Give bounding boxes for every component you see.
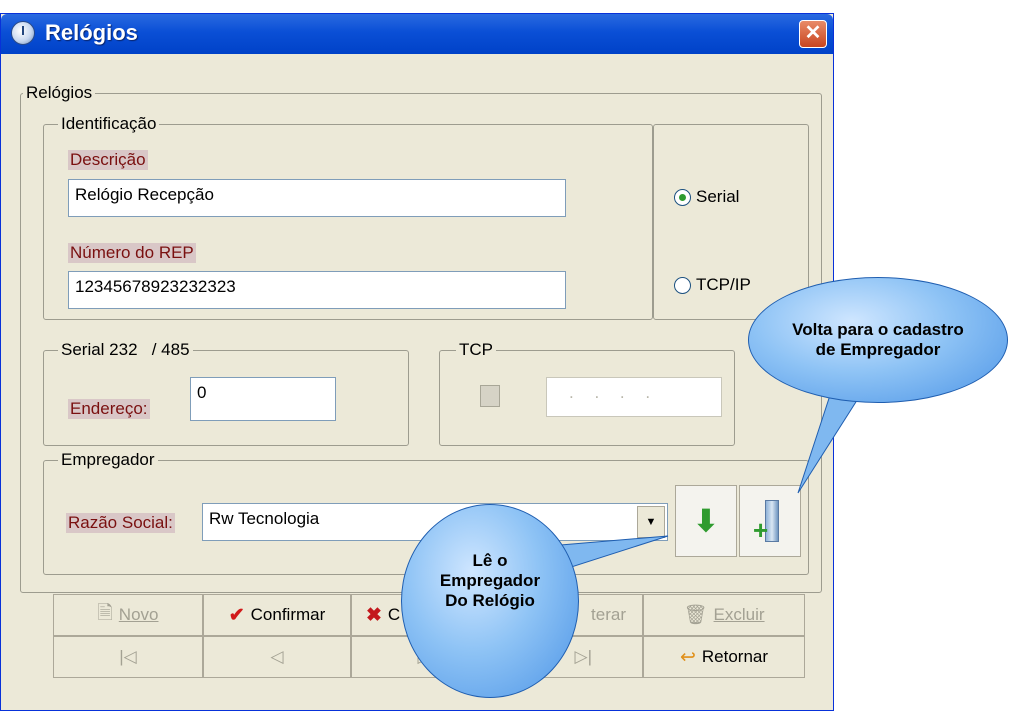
clock-icon bbox=[11, 21, 35, 45]
relogios-group: Relógios Identificação Descrição Relógio… bbox=[20, 83, 822, 593]
building-add-icon: + bbox=[753, 500, 783, 543]
razao-social-label: Razão Social: bbox=[66, 513, 175, 533]
download-arrow-icon: ⬇ bbox=[693, 504, 719, 538]
top-callout-line1: Volta para o cadastro bbox=[792, 320, 964, 339]
tcpip-radio[interactable]: TCP/IP bbox=[674, 275, 751, 295]
first-record-icon: |◁ bbox=[119, 647, 137, 666]
confirmar-label: Confirmar bbox=[250, 605, 326, 624]
razao-social-value: Rw Tecnologia bbox=[209, 509, 320, 528]
novo-label: Novo bbox=[118, 605, 159, 624]
plus-shape: + bbox=[753, 515, 769, 545]
connection-type-group: Serial TCP/IP bbox=[653, 124, 809, 320]
serial-group: Serial 232 / 485 Endereço: 0 bbox=[43, 340, 409, 446]
novo-button[interactable]: 🗎 Novo bbox=[53, 594, 203, 636]
bottom-callout-line1: Lê o bbox=[472, 551, 508, 570]
trash-icon: 🗑 bbox=[683, 605, 708, 626]
close-button[interactable]: ✕ bbox=[799, 20, 827, 48]
endereco-field[interactable]: 0 bbox=[190, 377, 336, 421]
top-callout: Volta para o cadastro de Empregador bbox=[748, 277, 1008, 403]
confirmar-button[interactable]: ✔ Confirmar bbox=[203, 594, 351, 636]
numero-rep-field[interactable]: 12345678923232323 bbox=[68, 271, 566, 309]
serial-radio-dot bbox=[674, 188, 691, 206]
chevron-down-icon[interactable]: ▼ bbox=[637, 506, 665, 538]
retornar-label: Retornar bbox=[701, 647, 769, 666]
excluir-label: Excluir bbox=[713, 605, 765, 624]
check-icon: ✔ bbox=[228, 604, 245, 626]
retornar-button[interactable]: ↩ Retornar bbox=[643, 636, 805, 678]
return-icon: ↩ bbox=[679, 646, 696, 668]
bottom-callout-line2: Empregador bbox=[439, 571, 541, 590]
previous-record-button[interactable]: ◁ bbox=[203, 636, 351, 678]
tcpip-radio-dot bbox=[674, 276, 691, 294]
endereco-label: Endereço: bbox=[68, 399, 150, 419]
previous-record-icon: ◁ bbox=[270, 647, 284, 666]
title-bar: Relógios ✕ bbox=[1, 14, 833, 54]
read-employer-button[interactable]: ⬇ bbox=[675, 485, 737, 557]
tcpip-radio-label: TCP/IP bbox=[696, 275, 751, 294]
first-record-button[interactable]: |◁ bbox=[53, 636, 203, 678]
serial-legend: Serial 232 / 485 bbox=[58, 340, 193, 360]
close-icon: ✕ bbox=[804, 22, 822, 44]
empregador-legend: Empregador bbox=[58, 450, 158, 470]
identificacao-group: Identificação Descrição Relógio Recepção… bbox=[43, 114, 653, 320]
cancel-x-icon: ✖ bbox=[366, 604, 382, 626]
window-title: Relógios bbox=[45, 20, 138, 45]
tcp-legend: TCP bbox=[456, 340, 496, 360]
top-callout-line2: de Empregador bbox=[815, 340, 941, 359]
serial-radio-label: Serial bbox=[696, 187, 740, 206]
tcp-option-icon bbox=[480, 385, 500, 407]
identificacao-legend: Identificação bbox=[58, 114, 160, 134]
relogios-legend: Relógios bbox=[23, 83, 96, 103]
employer-register-button[interactable]: + bbox=[739, 485, 801, 557]
ip-field[interactable]: . . . . bbox=[546, 377, 722, 417]
new-document-icon: 🗎 bbox=[97, 603, 113, 624]
descricao-field[interactable]: Relógio Recepção bbox=[68, 179, 566, 217]
alterar-label: terar bbox=[591, 605, 626, 624]
numero-rep-label: Número do REP bbox=[68, 243, 196, 263]
bottom-callout: Lê o Empregador Do Relógio bbox=[401, 504, 579, 698]
last-record-icon: ▷| bbox=[574, 647, 593, 666]
bottom-callout-line3: Do Relógio bbox=[445, 591, 535, 610]
cancelar-label: C bbox=[387, 605, 401, 624]
excluir-button[interactable]: 🗑 Excluir bbox=[643, 594, 805, 636]
tcp-group: TCP . . . . bbox=[439, 340, 735, 446]
descricao-label: Descrição bbox=[68, 150, 148, 170]
serial-radio[interactable]: Serial bbox=[674, 187, 739, 207]
